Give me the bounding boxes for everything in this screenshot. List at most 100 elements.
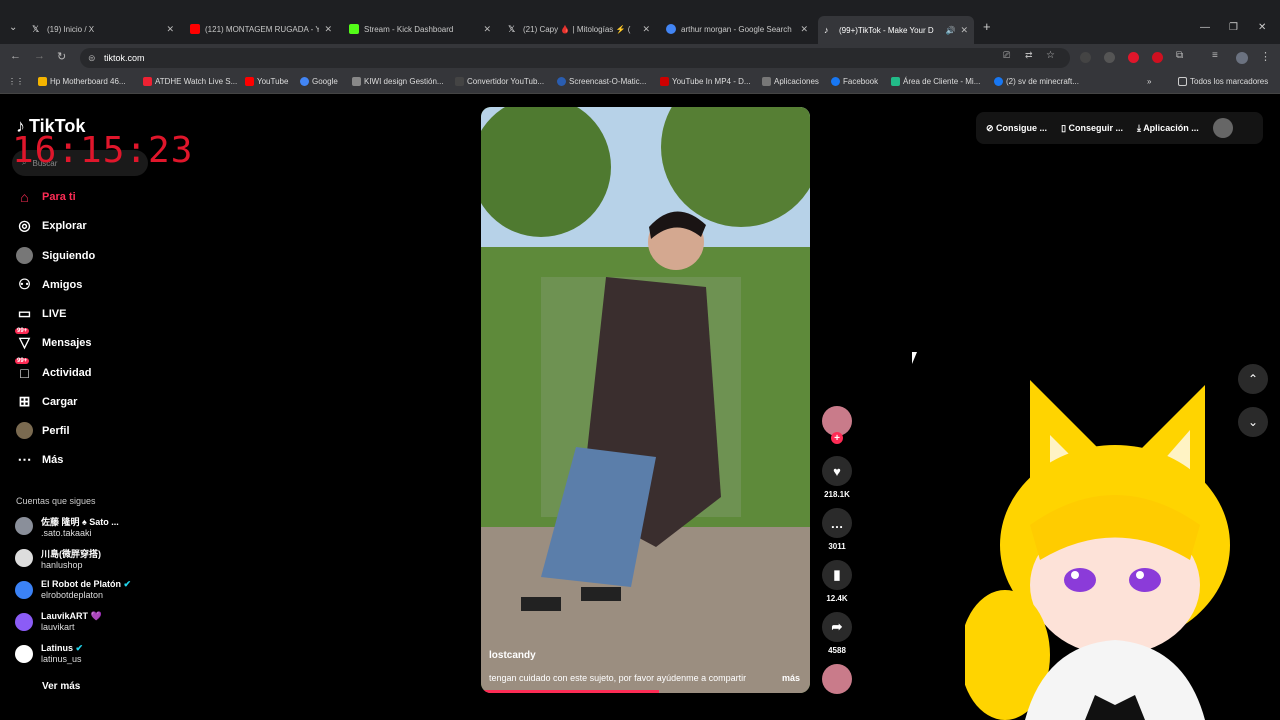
bookmark-item[interactable]: ATDHE Watch Live S... [143,77,237,86]
following-account[interactable]: LauvikART 💜 lauvikart [15,611,102,632]
bookmark-icon: ▮ [822,560,852,590]
nav-perfil[interactable]: Perfil [16,422,70,439]
extension-icon[interactable] [1152,52,1163,63]
address-bar[interactable]: ⊜ tiktok.com [80,48,1070,68]
tab-x-capy[interactable]: 𝕏 (21) Capy 🩸 | Mitologías ⚡ ( ✕ [502,18,656,40]
bookmark-item[interactable]: Área de Cliente - Mi... [891,77,980,86]
bookmark-button[interactable]: ▮ 12.4K [822,560,852,603]
home-icon: ⌂ [20,188,29,205]
close-icon[interactable]: ✕ [166,24,174,35]
tab-youtube[interactable]: (121) MONTAGEM RUGADA - Y ✕ [184,18,338,40]
bookmark-item[interactable]: Screencast-O-Matic... [557,77,646,86]
creator-avatar[interactable]: + [822,406,852,444]
star-icon[interactable]: ☆ [1046,50,1055,61]
media-icon[interactable]: ≡ [1212,50,1218,61]
video-progress-bar[interactable] [481,690,659,693]
profile-icon [16,422,33,439]
sound-avatar[interactable] [822,664,852,694]
back-icon[interactable]: ← [10,50,21,62]
tiktok-icon: ♪ [824,25,829,35]
bookmark-item[interactable]: YouTube In MP4 - D... [660,77,751,86]
nav-para-ti[interactable]: ⌂ Para ti [16,188,75,205]
forward-icon[interactable]: → [34,50,45,62]
nav-amigos[interactable]: ⚇ Amigos [16,276,82,293]
avatar [15,645,33,663]
live-icon: ▭ [17,305,32,321]
bookmark-item[interactable]: Aplicaciones [762,77,819,86]
bookmark-item[interactable]: Convertidor YouTub... [455,77,544,86]
close-icon[interactable]: ✕ [483,24,491,35]
x-icon: 𝕏 [508,24,516,34]
following-account[interactable]: El Robot de Platón ✔ elrobotdeplaton [15,579,131,600]
nav-actividad[interactable]: □ 99+ Actividad [15,358,92,381]
top-actions-bar: ⊘ Consigue ... ▯ Conseguir ... ⤓ Aplicac… [976,112,1263,144]
tab-tiktok[interactable]: ♪ (99+)TikTok - Make Your D 🔊 ✕ [818,16,974,44]
extension-icon[interactable] [1128,52,1139,63]
reload-icon[interactable]: ↻ [57,50,66,63]
caption-more-link[interactable]: más [782,673,800,683]
get-app-button[interactable]: ▯ Conseguir ... [1061,123,1123,134]
tab-kick[interactable]: Stream - Kick Dashboard ✕ [343,18,497,40]
nav-live[interactable]: ▭ LIVE [16,305,67,322]
nav-mas[interactable]: ⋯ Más [16,451,64,468]
comment-icon: … [822,508,852,538]
translate-icon[interactable]: ⇄ [1025,50,1033,61]
following-account[interactable]: 川島(微胖穿搭) hanlushop [15,547,101,570]
nav-mensajes[interactable]: ▽ 99+ Mensajes [15,328,92,351]
share-button[interactable]: ➦ 4588 [822,612,852,655]
extension-icon[interactable] [1080,52,1091,63]
minimize-button[interactable]: — [1200,22,1210,33]
comment-button[interactable]: … 3011 [822,508,852,551]
more-icon: ⋯ [17,451,32,467]
get-coins-button[interactable]: ⊘ Consigue ... [986,123,1047,134]
new-tab-button[interactable]: + [983,19,991,34]
menu-icon[interactable]: ⋮ [1260,50,1271,63]
bookmark-item[interactable]: Facebook [831,77,878,86]
bookmark-item[interactable]: KIWI design Gestión... [352,77,444,86]
nav-siguiendo[interactable]: Siguiendo [16,247,95,264]
overlay-clock: 16:15:23 [12,130,194,171]
all-bookmarks[interactable]: Todos los marcadores [1178,77,1268,86]
bookmark-item[interactable]: YouTube [245,77,288,86]
speaker-icon[interactable]: 🔊 [945,26,955,35]
follow-plus-icon[interactable]: + [831,432,843,444]
video-frame [481,107,810,693]
download-app-button[interactable]: ⤓ Aplicación ... [1137,123,1199,134]
tab-x-home[interactable]: 𝕏 (19) Inicio / X ✕ [26,18,180,40]
close-icon[interactable]: ✕ [960,25,968,36]
like-button[interactable]: ♥ 218.1K [822,456,852,499]
verified-icon: ✔ [123,579,132,589]
chevron-up-icon: ⌃ [1247,372,1259,386]
nav-explorar[interactable]: ◎ Explorar [16,217,86,234]
site-info-icon[interactable]: ⊜ [88,53,96,64]
activity-icon: □ 99+ [15,358,30,381]
bookmark-item[interactable]: Google [300,77,338,86]
video-author[interactable]: lostcandy [489,650,536,661]
close-icon[interactable]: ✕ [324,24,332,35]
close-icon[interactable]: ✕ [642,24,650,35]
following-account[interactable]: Latinus ✔ latinus_us [15,643,83,664]
close-window-button[interactable]: ✕ [1258,22,1266,33]
video-player[interactable]: lostcandy tengan cuidado con este sujeto… [481,107,810,693]
following-account[interactable]: 佐藤 隆明 ♠ Sato ... .sato.takaaki [15,515,119,538]
heart-icon: ♥ [822,456,852,486]
close-icon[interactable]: ✕ [800,24,808,35]
puzzle-icon[interactable]: ⧉ [1176,50,1183,61]
nav-cargar[interactable]: ⊞ Cargar [16,393,78,410]
see-more-link[interactable]: Ver más [42,681,80,692]
avatar[interactable] [1212,118,1233,138]
avatar [15,581,33,599]
install-icon[interactable]: ⎚ [1003,50,1010,61]
previous-video-button[interactable]: ⌃ [1238,364,1268,394]
next-video-button[interactable]: ⌄ [1238,407,1268,437]
bookmark-item[interactable]: (2) sv de minecraft... [994,77,1079,86]
chevron-right-icon[interactable]: » [1147,77,1151,86]
maximize-button[interactable]: ❐ [1229,22,1238,33]
apps-icon[interactable]: ⋮⋮ [8,77,24,86]
bookmark-item[interactable]: Hp Motherboard 46... [38,77,126,86]
following-section-title: Cuentas que sigues [16,496,96,506]
profile-avatar[interactable] [1236,52,1248,64]
tab-search-icon[interactable]: ⌄ [9,22,17,33]
extension-icon[interactable] [1104,52,1115,63]
tab-google[interactable]: arthur morgan - Google Search ✕ [660,18,814,40]
